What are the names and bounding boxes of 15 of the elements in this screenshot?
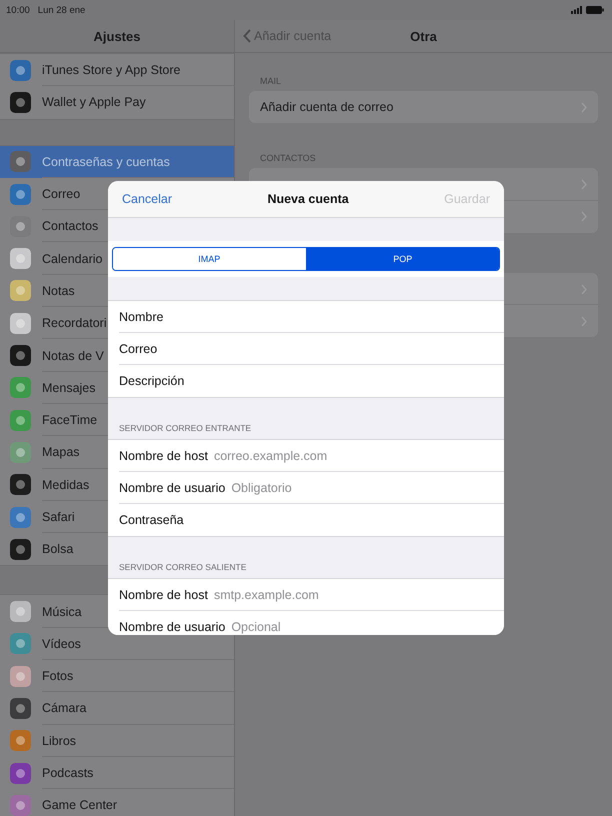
section-header: SERVIDOR CORREO ENTRANTE (119, 423, 252, 433)
field-label: Correo (119, 342, 158, 356)
field-label: Nombre de host (119, 449, 208, 463)
field-label: Nombre (119, 310, 164, 324)
page-title: Otra (410, 28, 437, 44)
section-header: SERVIDOR CORREO SALIENTE (119, 562, 246, 572)
sidebar-title: Ajustes (94, 28, 140, 44)
field-label: Contraseña (119, 513, 184, 527)
field-label: Descripción (119, 374, 184, 388)
field-label: Nombre de usuario (119, 620, 226, 634)
sheet-title: Nueva cuenta (267, 192, 349, 206)
field-label: Nombre de usuario (119, 481, 226, 495)
field-label: Nombre de host (119, 588, 208, 602)
status-time: 10:00 (6, 4, 30, 16)
status-date: Lun 28 ene (38, 4, 86, 16)
